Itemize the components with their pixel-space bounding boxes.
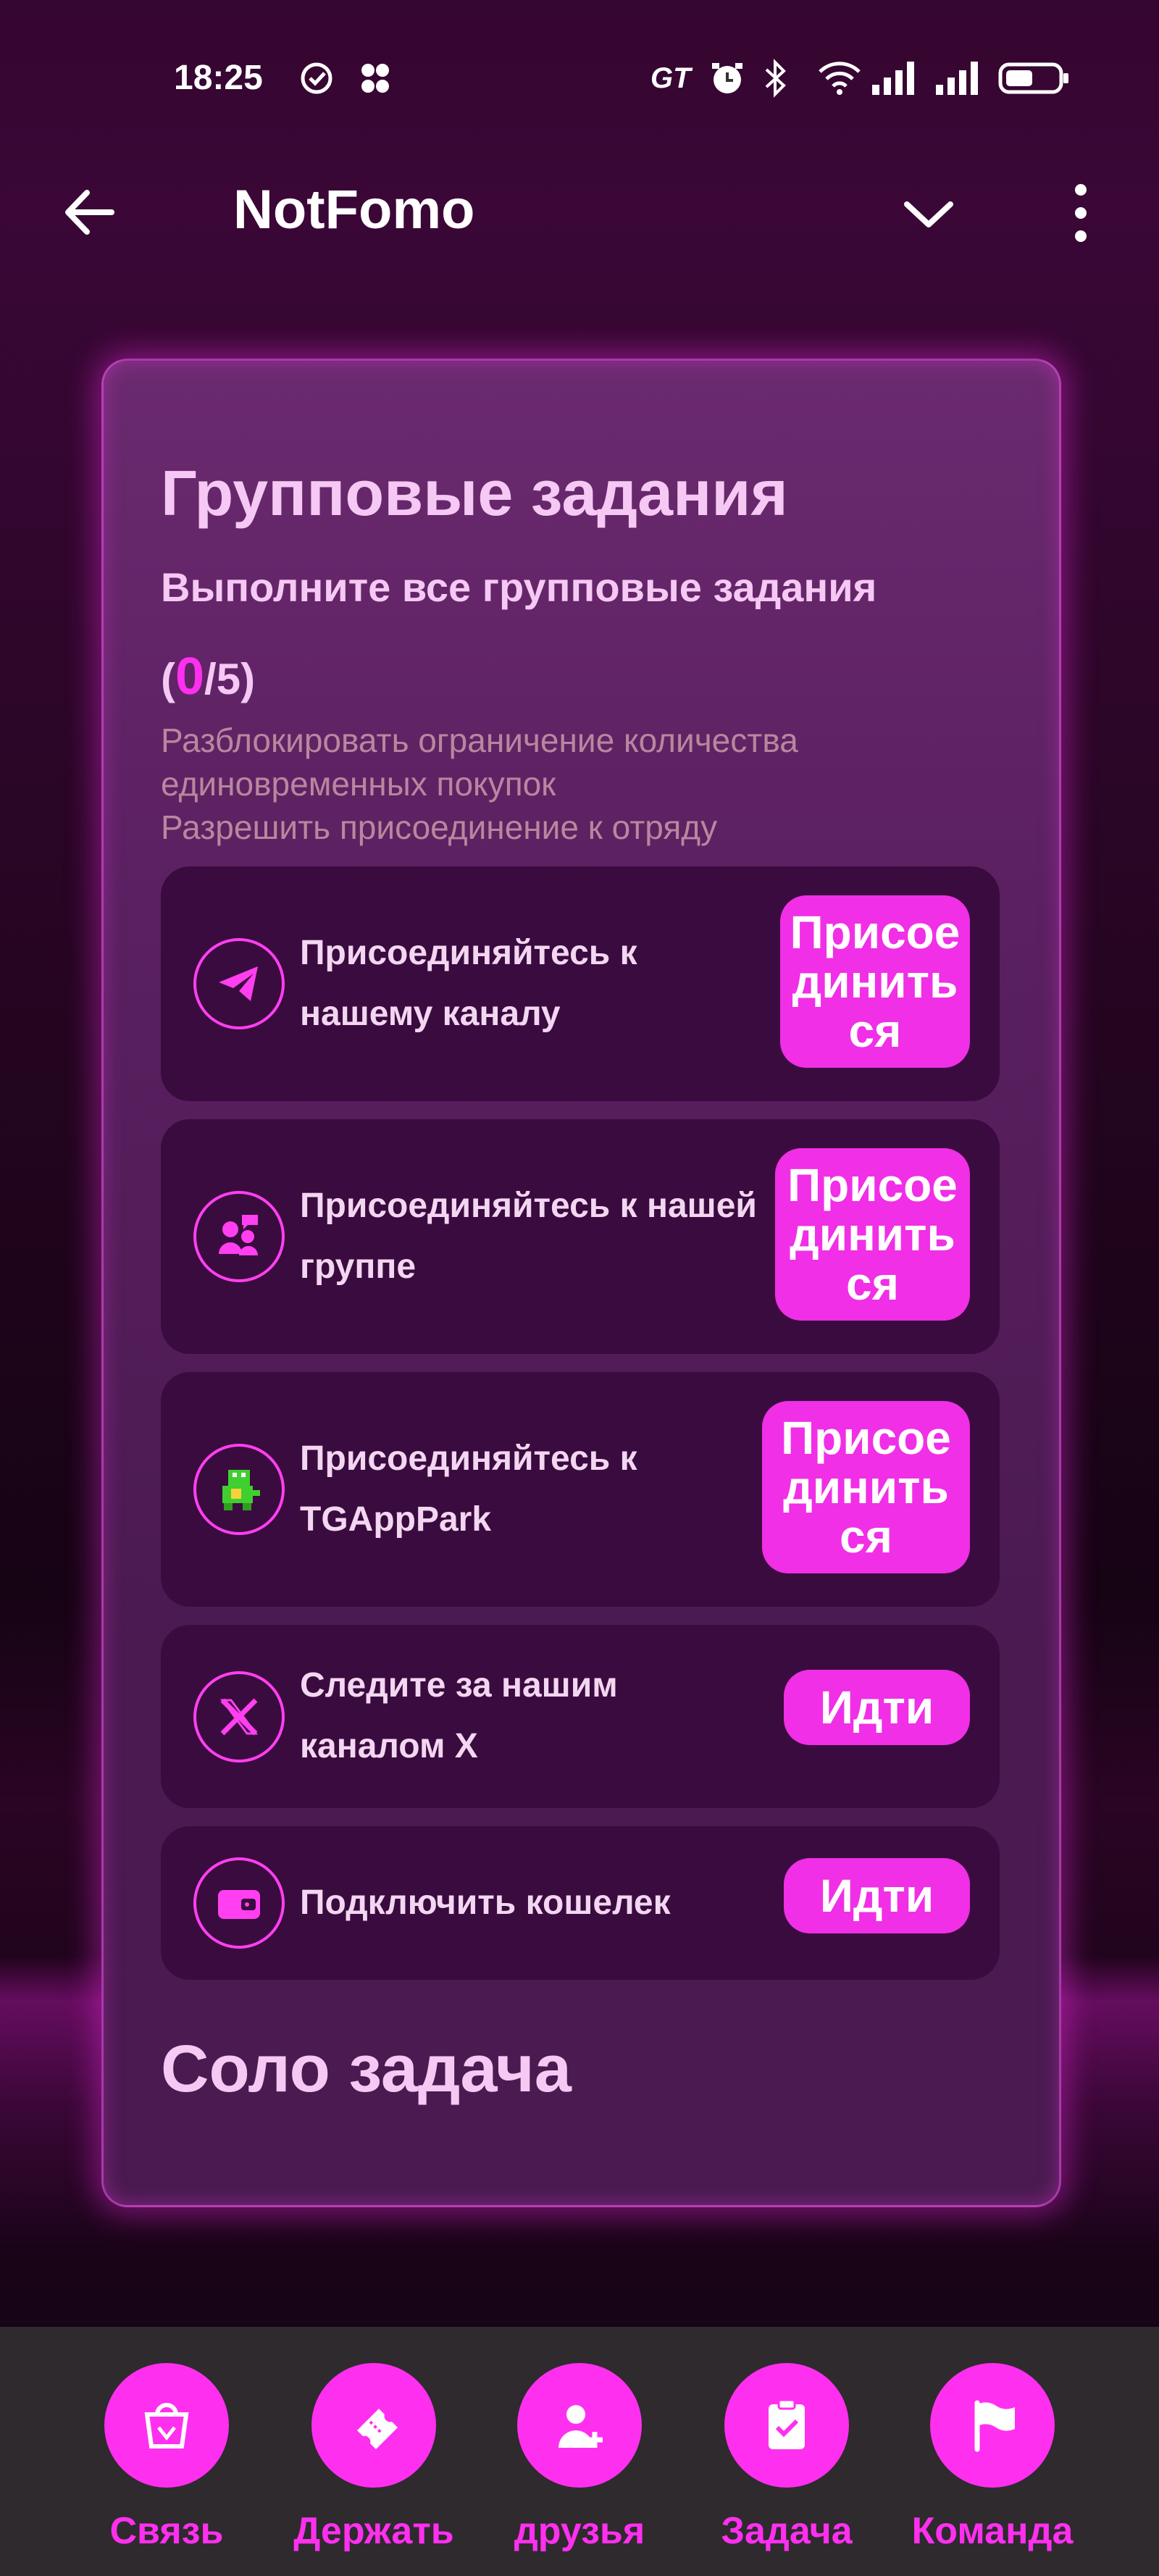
add-friend-icon (517, 2363, 642, 2488)
desc-line: единовременных покупок (161, 765, 556, 803)
signal-icon-2 (934, 58, 982, 99)
progress-done: 0 (175, 648, 205, 706)
join-group-button[interactable]: Присоединиться (775, 1148, 970, 1321)
battery-icon (998, 58, 1071, 99)
wallet-icon (193, 1857, 285, 1949)
nav-label: друзья (514, 2510, 645, 2552)
task-icon (724, 2363, 849, 2488)
nav-label: Команда (911, 2510, 1074, 2552)
follow-x-button[interactable]: Идти (784, 1670, 970, 1745)
group-tasks-description: Разблокировать ограничение количества ед… (161, 719, 994, 849)
more-vertical-icon[interactable] (1059, 178, 1102, 248)
signal-icon (871, 58, 919, 99)
shop-icon (104, 2363, 229, 2488)
solo-task-title: Соло задача (161, 2032, 572, 2106)
status-bar: 18:25 GT (0, 0, 1159, 159)
task-item-join-group: Присоединяйтесь к нашей группе Присоедин… (161, 1119, 1000, 1354)
nav-label: Задача (721, 2510, 853, 2552)
desc-line: Разрешить присоединение к отряду (161, 808, 718, 846)
join-channel-button[interactable]: Присоединиться (780, 895, 970, 1068)
join-tgapppark-button[interactable]: Присоединиться (762, 1401, 970, 1573)
check-circle-icon (298, 58, 335, 99)
task-label: Подключить кошелек (300, 1883, 671, 1922)
group-tasks-progress: (0/5) (161, 647, 255, 706)
alarm-icon (708, 58, 746, 99)
task-item-join-tgapppark: Присоединяйтесь к TGAppPark Присоединить… (161, 1372, 1000, 1607)
nav-label: Держать (293, 2510, 454, 2552)
task-item-connect-wallet: Подключить кошелек Идти (161, 1826, 1000, 1980)
nav-item-friends[interactable]: друзья (471, 2327, 688, 2576)
group-tasks-title: Групповые задания (161, 457, 788, 529)
progress-open: ( (161, 655, 175, 703)
bluetooth-icon (761, 58, 790, 99)
x-icon (193, 1671, 285, 1762)
telegram-icon (193, 938, 285, 1029)
nav-item-connection[interactable]: Связь (58, 2327, 275, 2576)
task-label: Присоединяйтесь к TGAppPark (300, 1439, 637, 1539)
task-label: Присоединяйтесь к нашему каналу (300, 934, 637, 1033)
ticket-icon (311, 2363, 436, 2488)
chevron-down-icon[interactable] (898, 184, 959, 245)
nav-item-team[interactable]: Команда (884, 2327, 1101, 2576)
nav-label: Связь (109, 2510, 224, 2552)
task-item-join-channel: Присоединяйтесь к нашему каналу Присоеди… (161, 866, 1000, 1101)
task-item-follow-x: Следите за нашим каналом X Идти (161, 1625, 1000, 1808)
arrow-left-icon[interactable] (58, 180, 123, 245)
nav-item-hold[interactable]: Держать (265, 2327, 482, 2576)
connect-wallet-button[interactable]: Идти (784, 1858, 970, 1933)
flag-icon (930, 2363, 1055, 2488)
nav-item-task[interactable]: Задача (678, 2327, 895, 2576)
progress-total: /5) (204, 655, 256, 703)
group-tasks-subtitle: Выполните все групповые задания (161, 564, 877, 610)
app-bar: NotFomo (0, 159, 1159, 261)
gt-icon: GT (650, 62, 691, 94)
dots-icon (355, 58, 396, 99)
status-time: 18:25 (174, 59, 263, 97)
dino-icon (193, 1444, 285, 1535)
task-label: Присоединяйтесь к нашей группе (300, 1187, 757, 1286)
bottom-nav: Связь Держать друзья Задача Команда (0, 2327, 1159, 2576)
group-icon (193, 1191, 285, 1282)
wifi-icon (817, 58, 862, 99)
app-title: NotFomo (233, 179, 475, 241)
task-label: Следите за нашим каналом X (300, 1666, 618, 1765)
desc-line: Разблокировать ограничение количества (161, 722, 798, 759)
